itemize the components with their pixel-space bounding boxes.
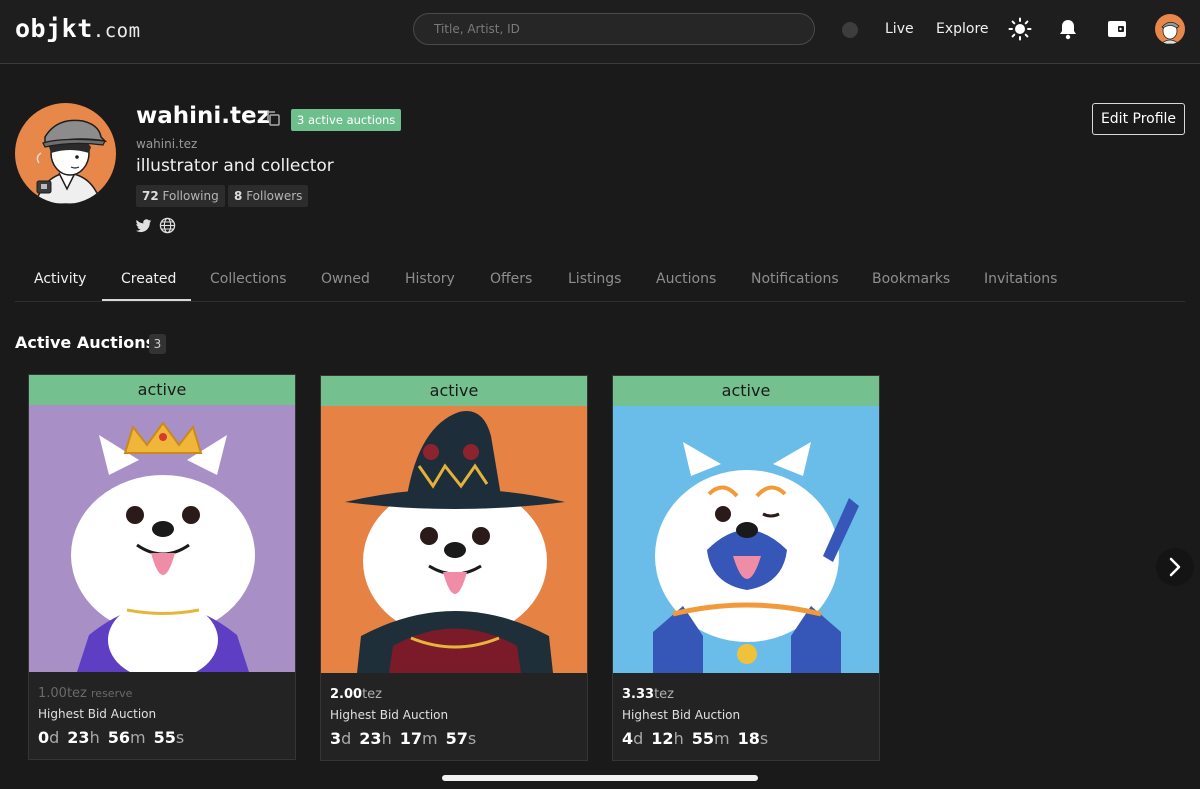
price-value: 2.00: [330, 687, 363, 702]
followers-count: 8: [234, 189, 243, 203]
timer-days: 3: [330, 729, 342, 748]
followers-label: Followers: [246, 189, 303, 203]
reserve-label: reserve: [91, 687, 133, 700]
price-unit: tez: [362, 687, 382, 702]
tab-created[interactable]: Created: [121, 271, 176, 287]
card-status-bar: active: [613, 376, 879, 406]
timer-hours: 12: [651, 729, 674, 748]
twitter-icon[interactable]: [135, 217, 152, 234]
active-auctions-badge[interactable]: 3 active auctions: [291, 109, 402, 131]
timer-unit-seconds: s: [759, 729, 769, 748]
wallet-icon[interactable]: [1105, 17, 1129, 41]
profile-tabs: Activity Created Collections Owned Histo…: [15, 258, 1185, 302]
card-price: 2.00tez: [330, 687, 382, 702]
logo-suffix: .com: [92, 20, 141, 42]
timer-unit-days: d: [633, 729, 644, 748]
timer-unit-days: d: [49, 728, 60, 747]
card-price: 1.00tez reserve: [38, 686, 132, 701]
tab-offers[interactable]: Offers: [490, 271, 532, 287]
section-count-badge: 3: [149, 334, 166, 354]
timer-hours: 23: [67, 728, 90, 747]
card-price: 3.33tez: [622, 687, 674, 702]
following-stat[interactable]: 72 Following: [136, 185, 225, 207]
tab-owned[interactable]: Owned: [321, 271, 370, 287]
profile-name: wahini.tez: [136, 103, 271, 129]
price-unit: tez: [654, 687, 674, 702]
home-indicator: [442, 775, 758, 781]
countdown-timer: 3d 23h 17m 57s: [330, 729, 484, 748]
timer-seconds: 57: [445, 729, 468, 748]
auction-card[interactable]: active 1.00tez reserve Highest Bid Aucti…: [28, 374, 296, 760]
timer-unit-hours: h: [89, 728, 100, 747]
timer-days: 0: [38, 728, 50, 747]
following-count: 72: [142, 189, 159, 203]
tab-history[interactable]: History: [405, 271, 455, 287]
timer-unit-seconds: s: [467, 729, 477, 748]
artwork-image: [29, 405, 295, 672]
tab-invitations[interactable]: Invitations: [984, 271, 1057, 287]
chevron-right-icon: [1169, 557, 1181, 577]
logo[interactable]: objkt.com: [15, 14, 141, 43]
auction-type: Highest Bid Auction: [622, 708, 741, 722]
artwork-image: [613, 406, 879, 673]
section-title: Active Auctions: [15, 333, 156, 352]
copy-icon[interactable]: [265, 110, 281, 126]
globe-icon[interactable]: [159, 217, 176, 234]
countdown-timer: 4d 12h 55m 18s: [622, 729, 776, 748]
auction-card[interactable]: active 2.00tez Highest Bid Auction 3d 23h…: [320, 375, 588, 761]
account-avatar[interactable]: [1155, 14, 1185, 44]
timer-unit-minutes: m: [421, 729, 438, 748]
timer-minutes: 55: [691, 729, 714, 748]
top-navbar: objkt.com Live Explore: [0, 0, 1200, 64]
tab-listings[interactable]: Listings: [568, 271, 621, 287]
tab-activity[interactable]: Activity: [34, 271, 86, 287]
card-status-bar: active: [321, 376, 587, 406]
timer-unit-days: d: [341, 729, 352, 748]
price-unit: tez: [66, 686, 87, 701]
price-value: 3.33: [622, 687, 655, 702]
countdown-timer: 0d 23h 56m 55s: [38, 728, 192, 747]
tab-bookmarks[interactable]: Bookmarks: [872, 271, 950, 287]
tab-auctions[interactable]: Auctions: [656, 271, 716, 287]
logo-text: objkt: [15, 14, 93, 43]
auction-card[interactable]: active 3.33tez Highest Bid Auction 4d 12h…: [612, 375, 880, 761]
auction-type: Highest Bid Auction: [38, 707, 157, 721]
nav-explore-link[interactable]: Explore: [936, 21, 989, 37]
timer-minutes: 17: [399, 729, 422, 748]
followers-stat[interactable]: 8 Followers: [228, 185, 309, 207]
profile-handle: wahini.tez: [136, 137, 198, 151]
timer-seconds: 18: [737, 729, 760, 748]
bell-icon[interactable]: [1056, 17, 1080, 41]
profile-avatar: [15, 103, 116, 204]
active-tab-indicator: [102, 299, 191, 301]
timer-seconds: 55: [153, 728, 176, 747]
timer-hours: 23: [359, 729, 382, 748]
nav-live-link[interactable]: Live: [885, 21, 914, 37]
timer-unit-hours: h: [673, 729, 684, 748]
timer-unit-hours: h: [381, 729, 392, 748]
timer-unit-seconds: s: [175, 728, 185, 747]
price-value: 1.00: [38, 686, 67, 701]
profile-bio: illustrator and collector: [136, 156, 334, 176]
timer-unit-minutes: m: [713, 729, 730, 748]
artwork-image: [321, 406, 587, 673]
edit-profile-button[interactable]: Edit Profile: [1092, 103, 1185, 135]
timer-unit-minutes: m: [129, 728, 146, 747]
auction-type: Highest Bid Auction: [330, 708, 449, 722]
card-status-bar: active: [29, 375, 295, 405]
following-label: Following: [162, 189, 219, 203]
timer-minutes: 56: [107, 728, 130, 747]
timer-days: 4: [622, 729, 634, 748]
tab-notifications[interactable]: Notifications: [751, 271, 839, 287]
carousel-next-button[interactable]: [1156, 548, 1194, 586]
sun-icon[interactable]: [1008, 17, 1032, 41]
network-status-indicator: [842, 22, 858, 38]
search-input[interactable]: [413, 13, 815, 45]
tab-collections[interactable]: Collections: [210, 271, 287, 287]
